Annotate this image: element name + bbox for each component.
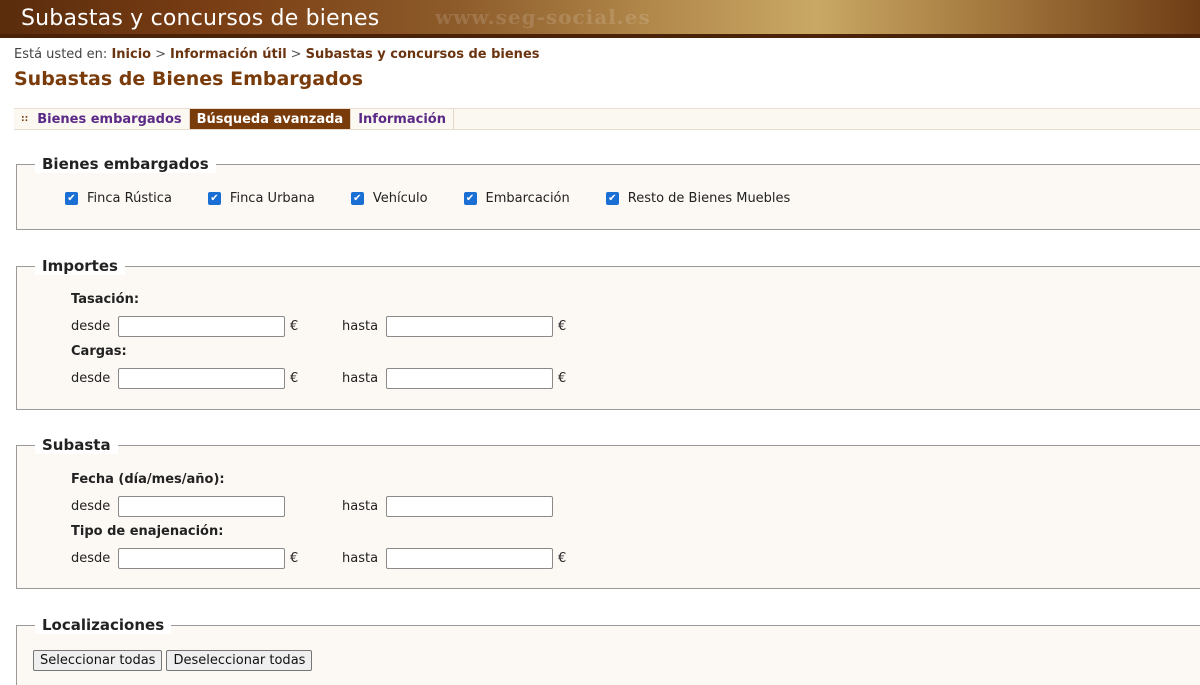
cargas-desde-input[interactable]	[118, 367, 285, 389]
tasacion-desde-input[interactable]	[118, 315, 285, 337]
cargas-hasta-input[interactable]	[386, 367, 553, 389]
header-banner: www.seg-social.es Subastas y concursos d…	[0, 0, 1200, 38]
fecha-row: desde hasta	[71, 495, 553, 517]
desde-label: desde	[71, 370, 111, 386]
hasta-label: hasta	[342, 318, 379, 334]
euro-symbol: €	[558, 550, 567, 566]
localizaciones-fieldset: Localizaciones Seleccionar todas Deselec…	[16, 616, 1200, 685]
desde-label: desde	[71, 498, 111, 514]
localizaciones-legend: Localizaciones	[35, 616, 172, 634]
hasta-label: hasta	[342, 370, 379, 386]
desde-label: desde	[71, 318, 111, 334]
subasta-legend: Subasta	[35, 436, 118, 454]
tab-bar: :: Bienes embargados Búsqueda avanzada I…	[14, 108, 1200, 130]
importes-legend: Importes	[35, 257, 125, 275]
euro-symbol: €	[558, 318, 567, 334]
checkbox-label: Resto de Bienes Muebles	[627, 191, 791, 206]
fecha-hasta-input[interactable]	[386, 495, 553, 517]
checkbox-label: Finca Urbana	[229, 191, 315, 206]
hasta-label: hasta	[342, 498, 379, 514]
fecha-label: Fecha (día/mes/año):	[71, 472, 225, 487]
subasta-fieldset: Subasta Fecha (día/mes/año): desde hasta…	[16, 436, 1200, 589]
tipo-enajenacion-row: desde € hasta €	[71, 547, 568, 569]
page-title: Subastas de Bienes Embargados	[14, 68, 364, 90]
breadcrumb-separator: >	[155, 47, 166, 62]
checkbox-resto-bienes-muebles[interactable]: ✔ Resto de Bienes Muebles	[605, 191, 791, 206]
tipo-enajenacion-label: Tipo de enajenación:	[71, 524, 224, 539]
fecha-desde-input[interactable]	[118, 495, 285, 517]
euro-symbol: €	[558, 370, 567, 386]
breadcrumb: Está usted en: Inicio > Información útil > S…	[14, 47, 540, 62]
checkbox-label: Embarcación	[485, 191, 570, 206]
checkbox-checked-icon[interactable]: ✔	[605, 192, 619, 205]
tipo-hasta-input[interactable]	[386, 547, 553, 569]
checkbox-label: Vehículo	[372, 191, 428, 206]
tab-bullet-icon: ::	[21, 114, 29, 124]
bienes-checkbox-row: ✔ Finca Rústica ✔ Finca Urbana ✔ Vehícul…	[65, 191, 826, 206]
tab-informacion[interactable]: Información	[351, 109, 454, 129]
checkbox-checked-icon[interactable]: ✔	[350, 192, 364, 205]
localizaciones-buttons: Seleccionar todas Deseleccionar todas	[33, 650, 313, 671]
breadcrumb-separator: >	[290, 47, 302, 62]
breadcrumb-inicio-link[interactable]: Inicio	[111, 47, 151, 62]
checkbox-checked-icon[interactable]: ✔	[207, 192, 221, 205]
checkbox-checked-icon[interactable]: ✔	[463, 192, 477, 205]
banner-watermark: www.seg-social.es	[435, 5, 651, 29]
tasacion-row: desde € hasta €	[71, 315, 568, 337]
deselect-all-button[interactable]: Deseleccionar todas	[166, 650, 313, 671]
tab-busqueda-avanzada[interactable]: Búsqueda avanzada	[189, 109, 352, 129]
tab-bienes-embargados[interactable]: :: Bienes embargados	[14, 109, 190, 129]
bienes-legend: Bienes embargados	[35, 155, 216, 173]
euro-symbol: €	[290, 370, 299, 386]
desde-label: desde	[71, 550, 111, 566]
checkbox-checked-icon[interactable]: ✔	[65, 192, 78, 205]
euro-symbol: €	[290, 318, 299, 334]
tipo-desde-input[interactable]	[118, 547, 285, 569]
checkbox-finca-rustica[interactable]: ✔ Finca Rústica	[65, 191, 172, 206]
cargas-label: Cargas:	[71, 344, 127, 359]
hasta-label: hasta	[342, 550, 379, 566]
select-all-button[interactable]: Seleccionar todas	[33, 650, 163, 671]
importes-fieldset: Importes Tasación: desde € hasta € Carga…	[16, 257, 1200, 410]
tab-label: Bienes embargados	[37, 111, 182, 127]
breadcrumb-informacion-link[interactable]: Información útil	[170, 47, 287, 62]
checkbox-label: Finca Rústica	[87, 191, 172, 206]
checkbox-embarcacion[interactable]: ✔ Embarcación	[463, 191, 570, 206]
cargas-row: desde € hasta €	[71, 367, 568, 389]
checkbox-finca-urbana[interactable]: ✔ Finca Urbana	[207, 191, 315, 206]
banner-title: Subastas y concursos de bienes	[21, 6, 380, 31]
breadcrumb-prefix: Está usted en:	[14, 47, 108, 62]
tasacion-hasta-input[interactable]	[386, 315, 553, 337]
checkbox-vehiculo[interactable]: ✔ Vehículo	[350, 191, 428, 206]
euro-symbol: €	[290, 550, 299, 566]
breadcrumb-current[interactable]: Subastas y concursos de bienes	[306, 47, 540, 62]
tasacion-label: Tasación:	[71, 292, 140, 307]
bienes-fieldset: Bienes embargados ✔ Finca Rústica ✔ Finc…	[16, 155, 1200, 230]
